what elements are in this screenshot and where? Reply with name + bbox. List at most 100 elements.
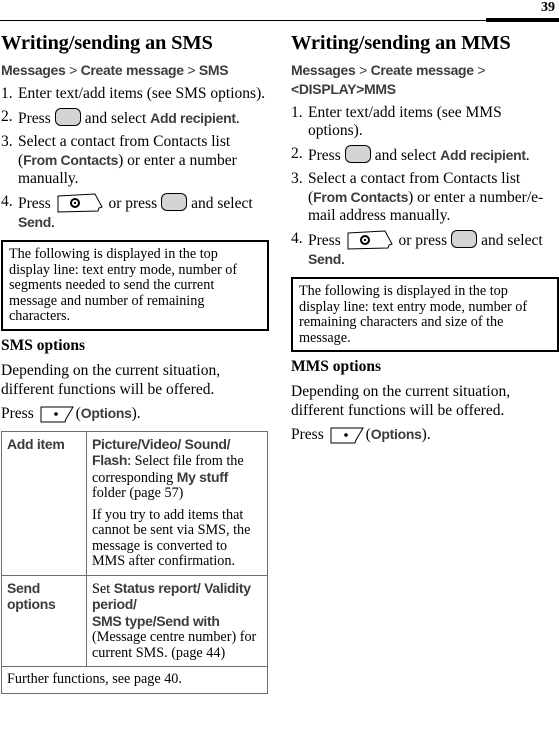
punct: ).	[421, 426, 431, 443]
step-text: Press	[18, 110, 51, 127]
desc-text: Set	[92, 580, 114, 597]
ui-add-recipient: Add recipient	[440, 147, 526, 163]
ui-status-report: Status report	[113, 579, 198, 596]
step-item: 2. Press and select Add recipient.	[1, 108, 269, 128]
path-create-message: Create message	[80, 62, 185, 78]
sms-steps: 1. Enter text/add items (see SMS options…	[1, 85, 269, 232]
step-text: and select	[481, 232, 543, 249]
step-text: or press	[398, 232, 448, 249]
header-rule	[0, 20, 559, 21]
soft-key-icon	[161, 193, 188, 211]
option-label-cell: Add item	[1, 430, 87, 576]
step-number: 2.	[1, 108, 13, 125]
step-text: and select	[84, 110, 147, 127]
header-rule-accent	[486, 18, 559, 22]
path-sep: >	[183, 62, 199, 78]
desc-text: folder (page 57)	[92, 485, 184, 501]
ui-send-with: Send with	[156, 612, 220, 629]
step-text: and select	[374, 147, 437, 164]
sms-note: The following is displayed in the top di…	[1, 240, 269, 331]
ui-add-recipient: Add recipient	[150, 110, 236, 126]
table-footer: Further functions, see page 40.	[1, 666, 268, 694]
step-text: Enter text/add items (see SMS options).	[18, 85, 266, 102]
step-number: 4.	[291, 230, 303, 247]
sep: /	[226, 435, 231, 452]
step-text: Press	[308, 232, 341, 249]
ui-options: Options	[370, 426, 422, 442]
ui-options: Options	[80, 404, 132, 421]
path-messages: Messages	[1, 62, 66, 78]
path-sep: >	[65, 62, 81, 78]
sep: /	[132, 596, 137, 612]
mms-options-heading: MMS options	[291, 358, 381, 375]
ui-flash: Flash	[92, 452, 128, 468]
step-item: 4. Press or press and select Send.	[1, 193, 269, 232]
desc-text: (Message centre number) for current SMS.…	[92, 629, 257, 661]
step-text: Enter text/add items (see MMS options).	[308, 104, 502, 139]
soft-key-icon	[54, 108, 81, 126]
sms-options-intro: Depending on the current situation, diff…	[1, 361, 221, 398]
step-item: 1. Enter text/add items (see SMS options…	[1, 85, 269, 103]
option-desc-cell: Picture/Video/ Sound/ Flash: Select file…	[86, 430, 268, 576]
punct: .	[525, 147, 530, 164]
page-number: 39	[541, 0, 555, 15]
step-number: 1.	[1, 85, 13, 102]
step-number: 3.	[1, 133, 13, 150]
step-number: 4.	[1, 193, 13, 210]
call-key-icon	[57, 193, 103, 213]
step-item: 1. Enter text/add items (see MMS options…	[291, 104, 559, 140]
ui-send: Send	[18, 214, 52, 230]
path-sms: SMS	[198, 62, 229, 78]
soft-key-icon	[344, 145, 371, 163]
sms-options-table: Add item Picture/Video/ Sound/ Flash: Se…	[1, 430, 268, 694]
mms-note: The following is displayed in the top di…	[291, 277, 559, 352]
ui-send: Send	[308, 251, 342, 267]
ui-picture: Picture	[92, 435, 138, 452]
ui-my-stuff: My stuff	[176, 468, 229, 485]
path-messages: Messages	[291, 62, 356, 78]
sep: /	[177, 435, 185, 452]
press-text: Press	[291, 426, 324, 443]
punct: ).	[131, 404, 141, 422]
table-row: Send options Set Status report/ Validity…	[1, 574, 268, 667]
mms-menu-path: Messages > Create message > <DISPLAY>MMS	[291, 61, 559, 99]
sms-press-options: Press (Options).	[1, 404, 269, 423]
ui-from-contacts: From Contacts	[23, 152, 119, 168]
ui-sms-type: SMS type	[92, 612, 153, 629]
step-item: 2. Press and select Add recipient.	[291, 145, 559, 165]
options-key-icon	[330, 427, 364, 444]
path-create-message: Create message	[370, 62, 475, 78]
step-text: and select	[191, 195, 253, 212]
option-add-item: Add item	[7, 435, 65, 452]
step-text: or press	[108, 195, 158, 212]
sms-menu-path: Messages > Create message > SMS	[1, 61, 269, 80]
step-number: 1.	[291, 104, 303, 121]
sms-options-heading: SMS options	[1, 336, 85, 354]
step-item: 3. Select a contact from Contacts list (…	[291, 170, 559, 225]
mms-title: Writing/sending an MMS	[291, 32, 511, 54]
option-label-cell: Send options	[1, 574, 87, 667]
path-sep: >	[355, 62, 371, 78]
mms-options-intro: Depending on the current situation, diff…	[291, 383, 511, 419]
mms-section: Writing/sending an MMS Messages > Create…	[291, 32, 559, 449]
table-row: Add item Picture/Video/ Sound/ Flash: Se…	[1, 430, 268, 576]
step-number: 3.	[291, 170, 303, 187]
mms-press-options: Press (Options).	[291, 425, 559, 444]
step-item: 4. Press or press and select Send.	[291, 230, 559, 269]
mms-steps: 1. Enter text/add items (see MMS options…	[291, 104, 559, 269]
sms-section: Writing/sending an SMS Messages > Create…	[1, 32, 269, 694]
table-row: Further functions, see page 40.	[1, 666, 268, 694]
step-item: 3. Select a contact from Contacts list (…	[1, 133, 269, 188]
ui-video: Video	[140, 435, 178, 452]
punct: .	[51, 214, 55, 231]
path-sep: >	[473, 62, 486, 78]
punct: .	[341, 251, 345, 268]
option-desc-cell: Set Status report/ Validity period/SMS t…	[86, 574, 268, 667]
step-number: 2.	[291, 145, 303, 162]
step-text: Press	[308, 147, 341, 164]
options-key-icon	[40, 406, 74, 422]
ui-sound: Sound	[184, 435, 227, 452]
press-text: Press	[1, 404, 34, 422]
sms-title: Writing/sending an SMS	[1, 32, 213, 54]
step-text: Press	[18, 195, 51, 212]
